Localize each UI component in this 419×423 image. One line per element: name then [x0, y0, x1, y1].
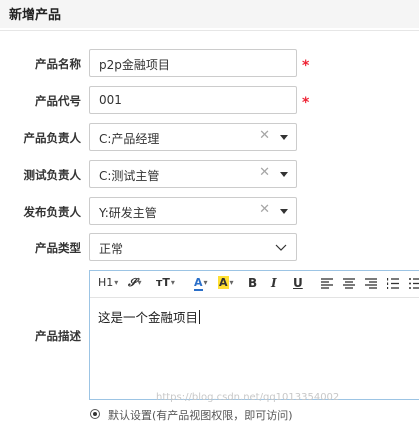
qa-owner-value: C:测试主管 — [99, 169, 160, 183]
chevron-down-icon — [275, 244, 287, 251]
font-size-label: тT — [156, 276, 170, 289]
editor-content[interactable]: 这是一个金融项目 — [98, 307, 201, 326]
description-label: 产品描述 — [35, 329, 81, 343]
clear-icon[interactable]: ✕ — [259, 202, 270, 217]
required-mark: * — [302, 58, 310, 74]
font-color-icon: A — [194, 276, 203, 291]
description-text: 这是一个金融项目 — [98, 310, 199, 325]
header-divider — [0, 30, 419, 31]
name-label: 产品名称 — [35, 57, 81, 71]
heading-label: H1 — [98, 276, 114, 289]
caret-down-icon[interactable] — [280, 135, 288, 140]
highlight-button[interactable]: A ▾ — [218, 276, 234, 290]
text-cursor — [199, 310, 201, 324]
product-owner-select[interactable]: C:产品经理 ✕ — [89, 123, 297, 151]
bold-button[interactable]: B — [248, 276, 257, 290]
product-name-input[interactable]: p2p金融项目 — [89, 49, 297, 77]
release-owner-select[interactable]: Y:研发主管 ✕ — [89, 197, 297, 225]
radio-dot — [93, 412, 97, 416]
highlight-icon: A — [218, 276, 229, 289]
heading-dropdown[interactable]: H1▾ — [98, 276, 118, 290]
type-label: 产品类型 — [35, 241, 81, 255]
description-editor[interactable]: H1▾ 𝓢▾ тT▾ A▾ A ▾ B I U 这是一个金融项目 — [89, 270, 419, 400]
font-family-label: 𝓢 — [128, 276, 137, 289]
release-owner-value: Y:研发主管 — [99, 206, 157, 220]
align-right-icon[interactable] — [365, 278, 377, 289]
qa-label: 测试负责人 — [23, 168, 82, 182]
underline-button[interactable]: U — [293, 276, 303, 290]
required-mark: * — [302, 95, 310, 111]
font-color-button[interactable]: A▾ — [194, 276, 208, 291]
clear-icon[interactable]: ✕ — [259, 165, 270, 180]
editor-toolbar: H1▾ 𝓢▾ тT▾ A▾ A ▾ B I U — [90, 271, 419, 298]
code-label: 产品代号 — [35, 94, 81, 108]
ordered-list-icon[interactable] — [387, 278, 399, 289]
clear-icon[interactable]: ✕ — [259, 128, 270, 143]
qa-owner-select[interactable]: C:测试主管 ✕ — [89, 160, 297, 188]
page-header: 新增产品 — [0, 0, 419, 28]
access-option-label: 默认设置(有产品视图权限，即可访问) — [108, 409, 293, 422]
caret-down-icon[interactable] — [280, 172, 288, 177]
italic-button[interactable]: I — [271, 276, 277, 290]
owner-label: 产品负责人 — [23, 131, 82, 145]
product-code-value: 001 — [99, 93, 122, 107]
product-owner-value: C:产品经理 — [99, 132, 160, 146]
product-type-select[interactable]: 正常 — [89, 233, 297, 261]
unordered-list-icon[interactable] — [409, 278, 419, 289]
page-title: 新增产品 — [9, 8, 62, 23]
release-label: 发布负责人 — [23, 205, 82, 219]
watermark: https://blog.csdn.net/qq1013354002 — [156, 392, 340, 403]
align-left-icon[interactable] — [321, 278, 333, 289]
caret-down-icon[interactable] — [280, 209, 288, 214]
font-family-dropdown[interactable]: 𝓢▾ — [128, 276, 142, 290]
font-size-dropdown[interactable]: тT▾ — [156, 276, 175, 290]
product-type-value: 正常 — [99, 242, 124, 256]
access-radio[interactable] — [90, 409, 100, 419]
product-name-value: p2p金融项目 — [99, 58, 170, 72]
product-code-input[interactable]: 001 — [89, 86, 297, 114]
align-center-icon[interactable] — [343, 278, 355, 289]
